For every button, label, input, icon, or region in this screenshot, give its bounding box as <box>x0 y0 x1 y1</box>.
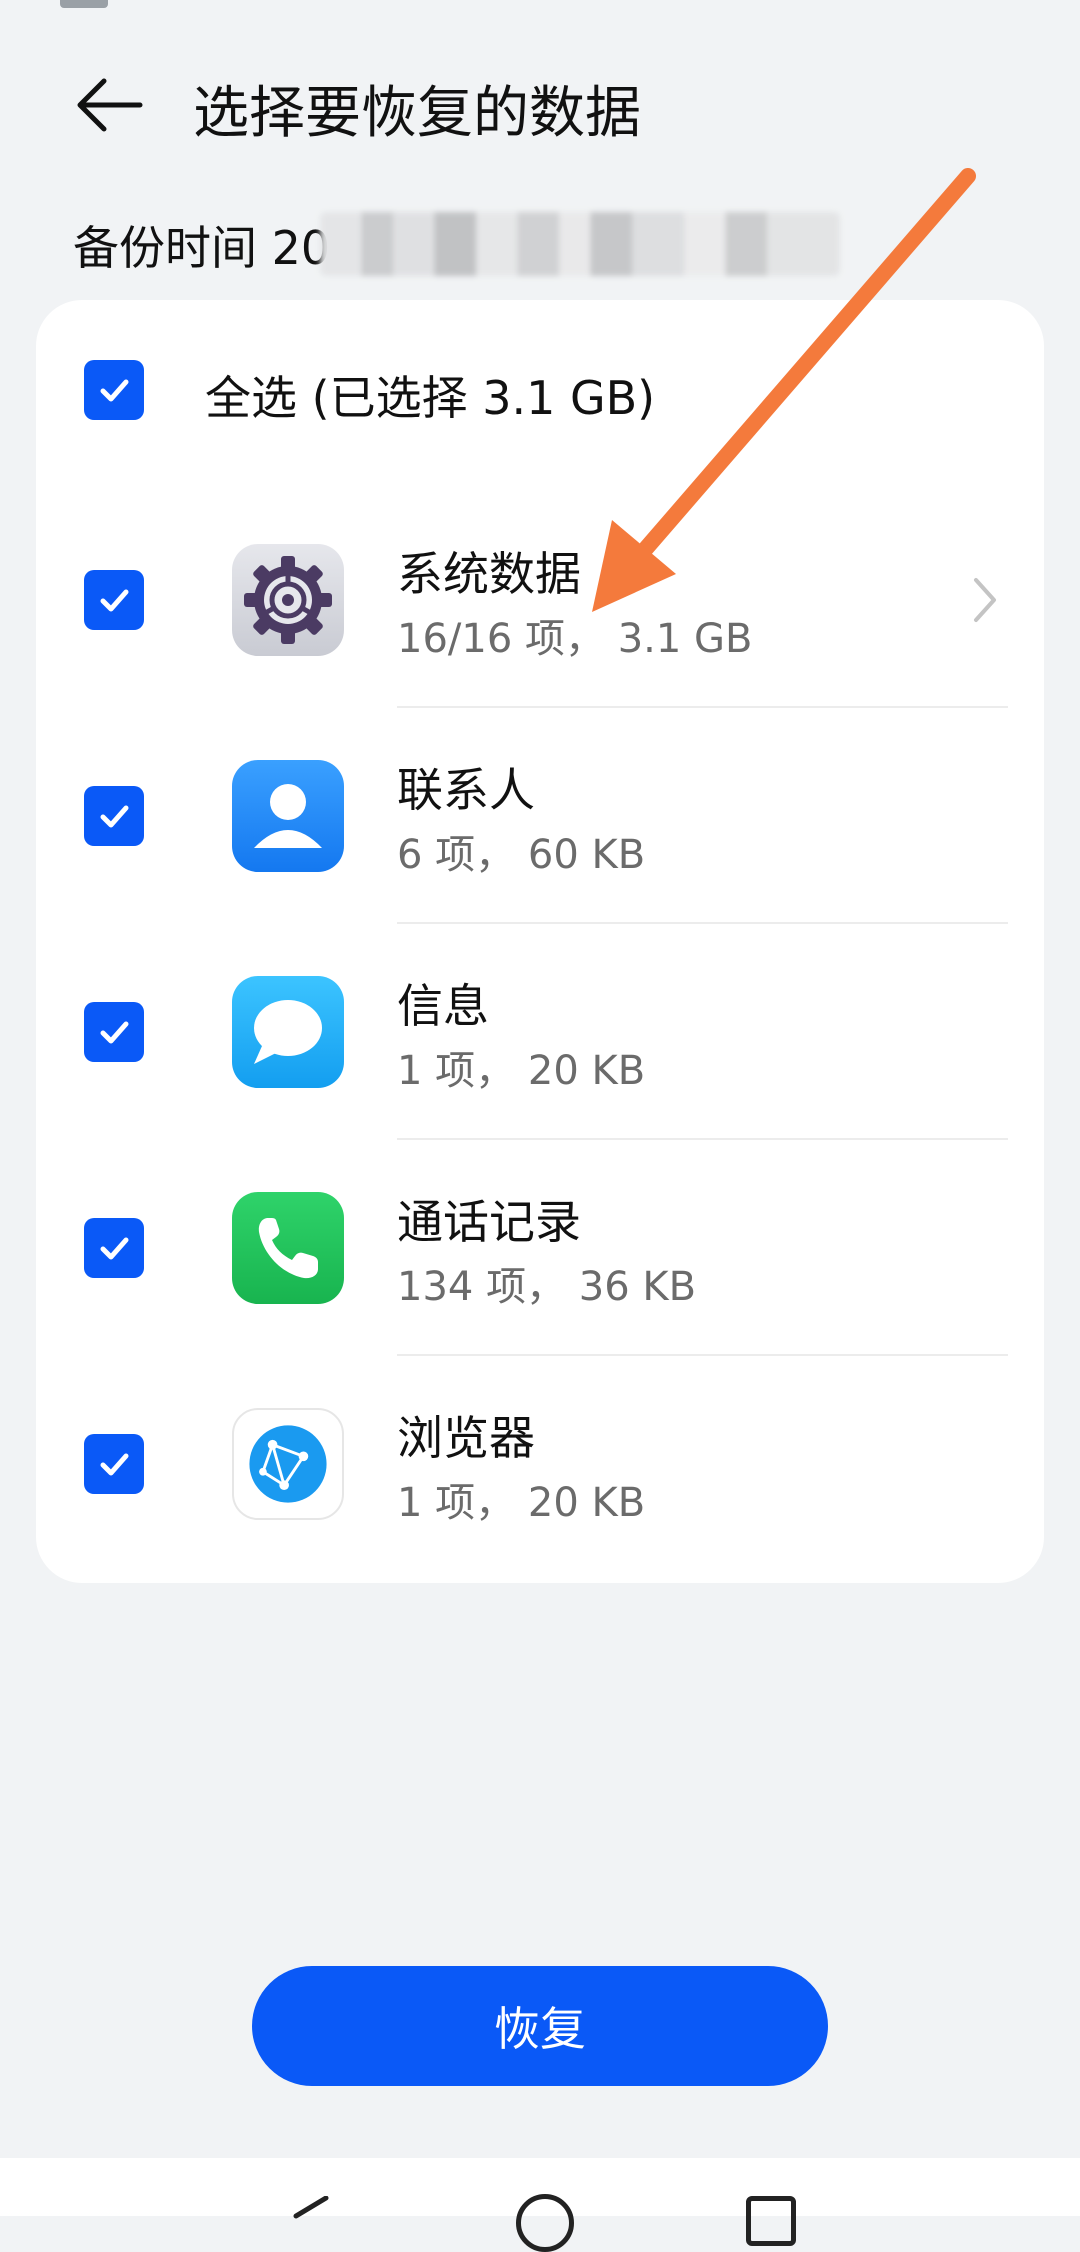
checkmark-icon <box>100 1021 129 1044</box>
settings-gear-icon <box>232 544 344 656</box>
select-all-checkbox[interactable] <box>84 360 144 420</box>
nav-back-icon[interactable] <box>290 2196 330 2226</box>
chevron-right-icon[interactable] <box>968 574 1002 626</box>
checkmark-icon <box>100 1237 129 1260</box>
item-name: 信息 <box>397 979 489 1033</box>
list-item-contacts[interactable]: 联系人 6 项， 60 KB <box>36 708 1044 924</box>
item-checkbox[interactable] <box>84 570 144 630</box>
phone-icon <box>232 1192 344 1304</box>
messages-icon <box>232 976 344 1088</box>
checkmark-icon <box>100 1453 129 1476</box>
nav-recent-apps-icon[interactable] <box>746 2196 796 2246</box>
item-name: 通话记录 <box>397 1195 581 1249</box>
checkmark-icon <box>100 805 129 828</box>
arrow-left-icon <box>77 78 143 132</box>
browser-icon <box>232 1408 344 1520</box>
list-item-messages[interactable]: 信息 1 项， 20 KB <box>36 924 1044 1140</box>
checkmark-icon <box>100 589 129 612</box>
list-item-call-log[interactable]: 通话记录 134 项， 36 KB <box>36 1140 1044 1356</box>
item-checkbox[interactable] <box>84 1218 144 1278</box>
contacts-icon <box>232 760 344 872</box>
item-checkbox[interactable] <box>84 786 144 846</box>
list-item-browser[interactable]: 浏览器 1 项， 20 KB <box>36 1356 1044 1572</box>
select-all-label: 全选 (已选择 3.1 GB) <box>205 371 656 425</box>
status-bar-icon <box>60 0 108 8</box>
back-button[interactable] <box>70 70 150 140</box>
item-detail: 6 项， 60 KB <box>397 832 646 878</box>
item-checkbox[interactable] <box>84 1002 144 1062</box>
item-name: 浏览器 <box>397 1411 535 1465</box>
page-title: 选择要恢复的数据 <box>193 81 641 146</box>
checkmark-icon <box>100 379 129 402</box>
item-detail: 16/16 项， 3.1 GB <box>397 616 753 662</box>
list-item-system-data[interactable]: 系统数据 16/16 项， 3.1 GB <box>36 492 1044 708</box>
restore-button[interactable]: 恢复 <box>252 1966 828 2086</box>
nav-home-icon[interactable] <box>516 2194 574 2252</box>
backup-time-label: 备份时间 20 <box>73 221 331 275</box>
redacted-backup-time <box>320 212 840 276</box>
item-detail: 1 项， 20 KB <box>397 1480 646 1526</box>
item-detail: 1 项， 20 KB <box>397 1048 646 1094</box>
item-name: 系统数据 <box>397 547 581 601</box>
item-detail: 134 项， 36 KB <box>397 1264 697 1310</box>
item-checkbox[interactable] <box>84 1434 144 1494</box>
item-name: 联系人 <box>397 763 535 817</box>
